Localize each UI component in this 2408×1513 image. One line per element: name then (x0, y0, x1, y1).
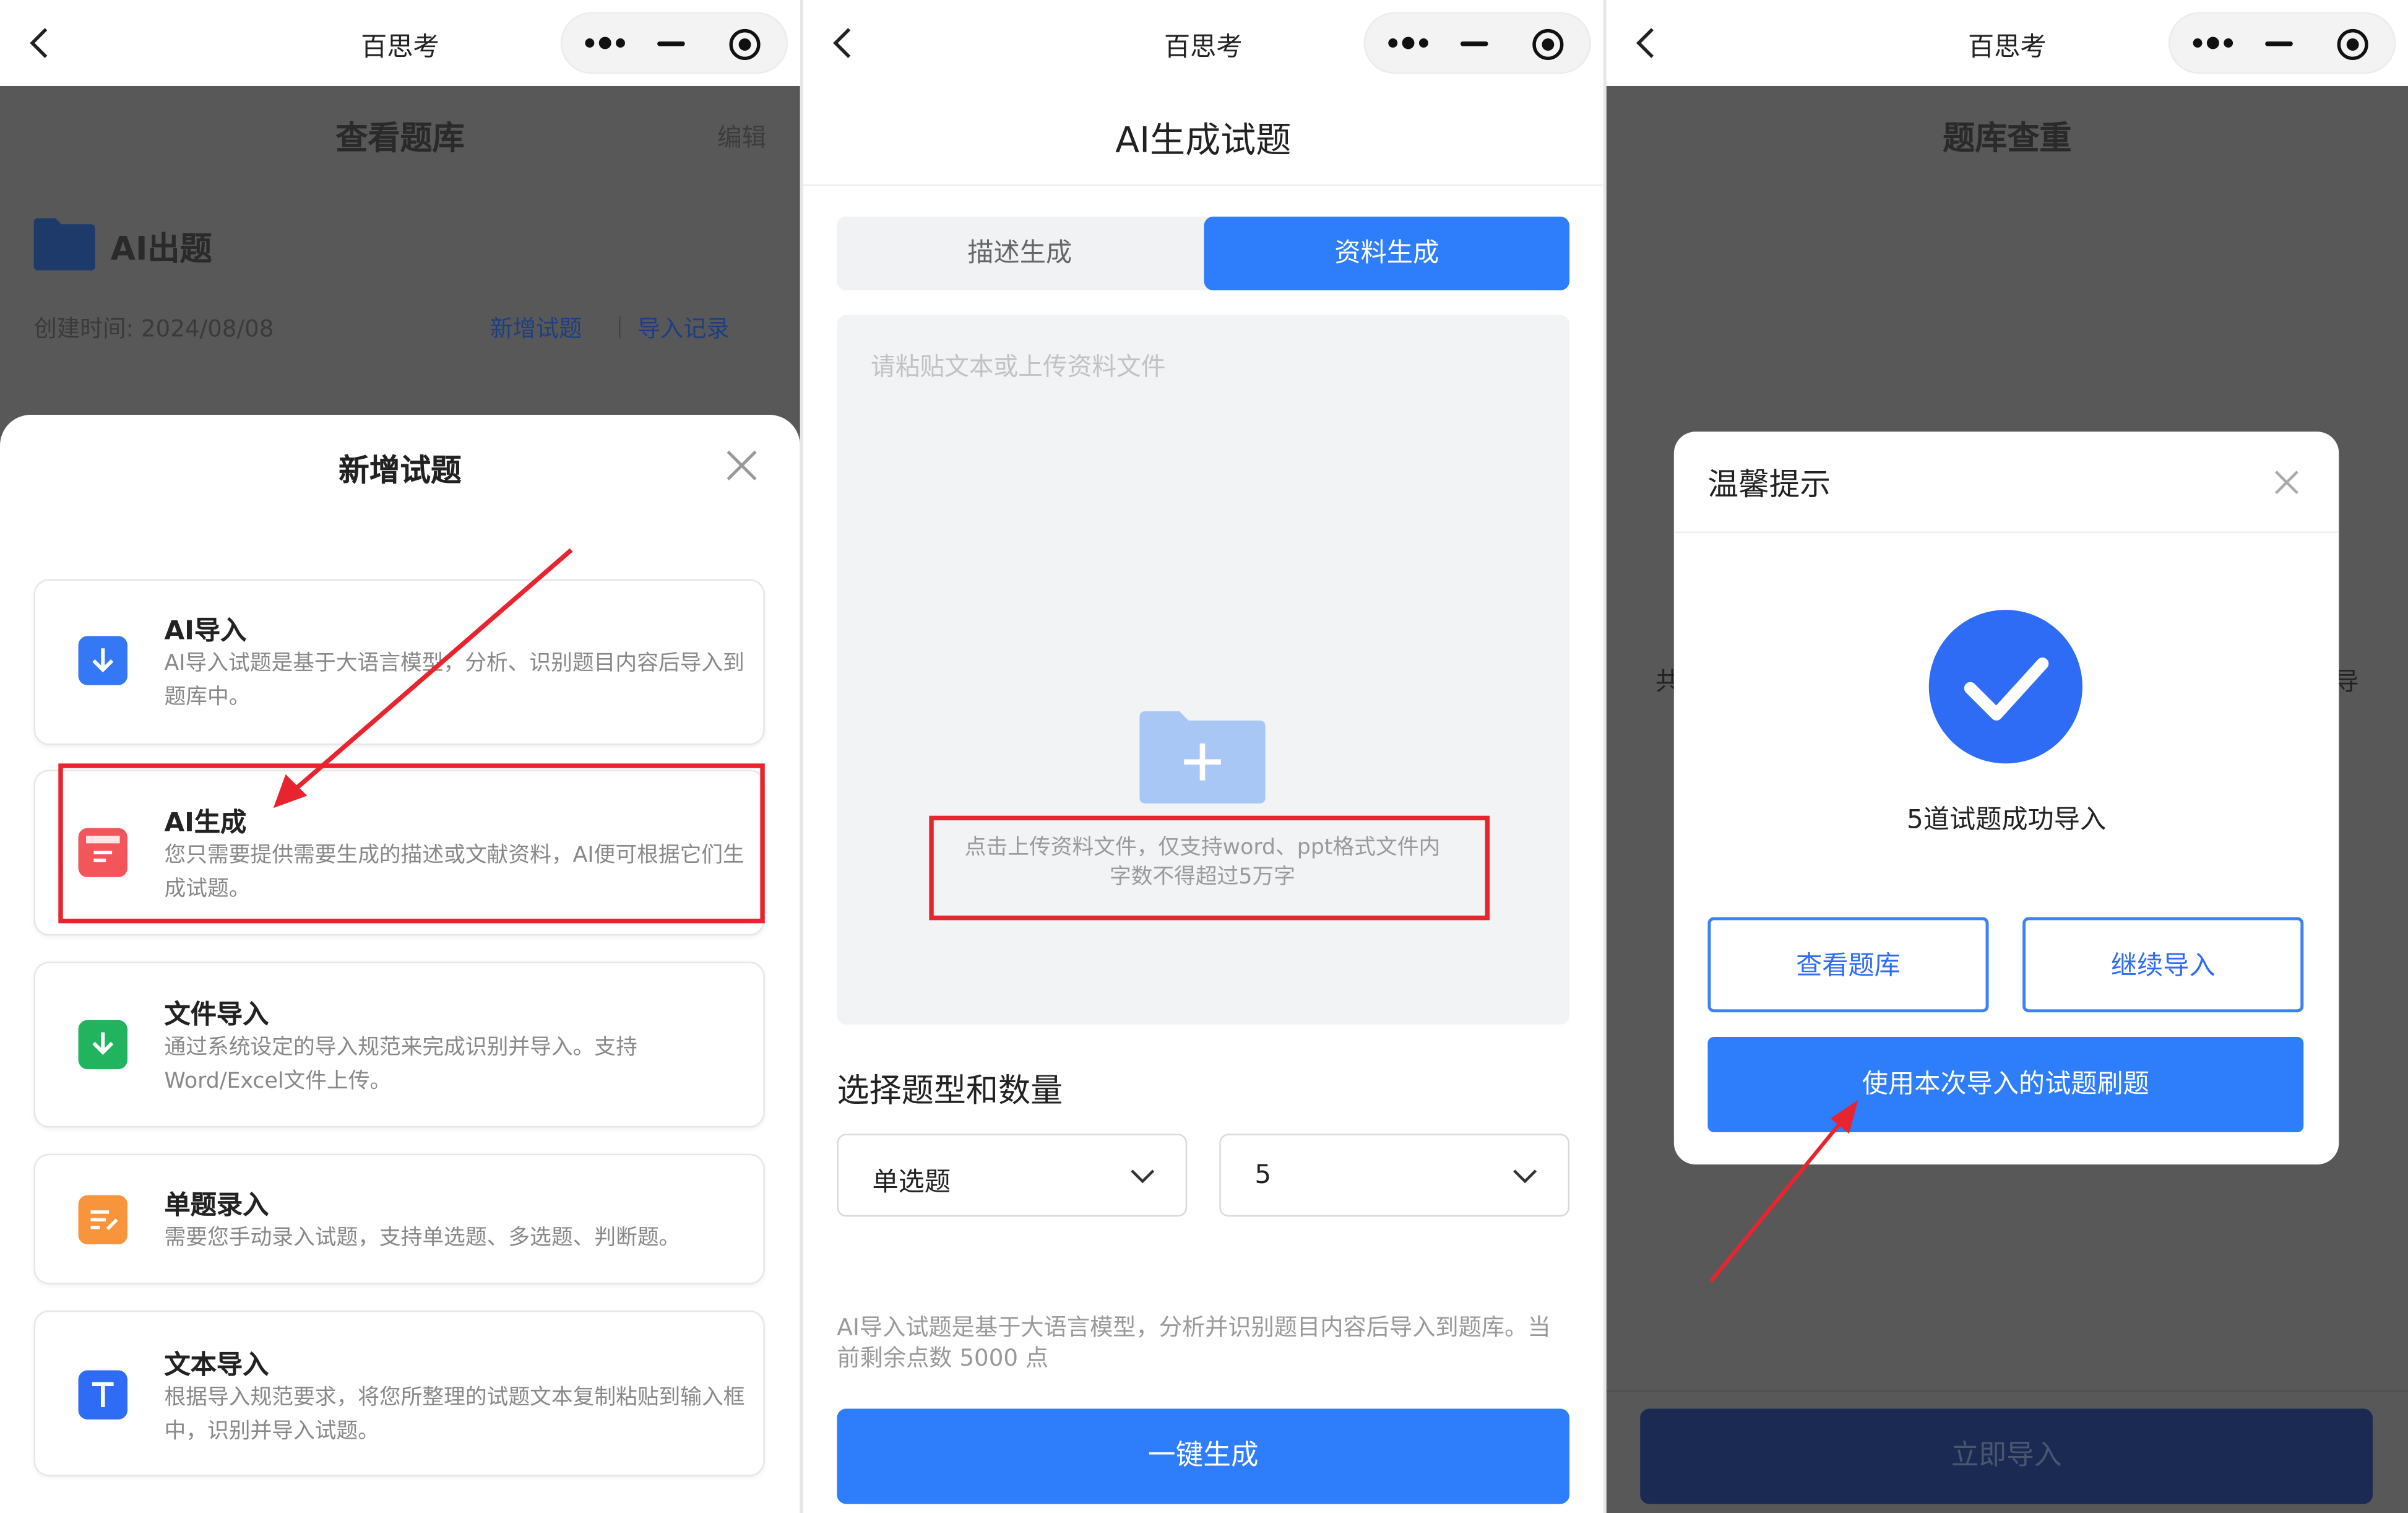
option-title: 文件导入 (164, 1000, 269, 1031)
sheet-title: 新增试题 (339, 451, 462, 489)
question-type-value: 单选题 (872, 1167, 951, 1199)
close-icon[interactable] (725, 449, 759, 483)
edit-list-icon (78, 1195, 127, 1245)
close-target-icon[interactable] (2336, 28, 2370, 62)
option-desc: 通过系统设定的导入规范来完成识别并导入。支持Word/Excel文件上传。 (164, 1035, 637, 1094)
folder-download-icon (78, 1020, 127, 1070)
option-single-entry[interactable]: 单题录入 需要您手动录入试题，支持单选题、多选题、判断题。 (33, 1153, 765, 1285)
close-target-icon[interactable] (728, 28, 762, 62)
edit-link[interactable]: 编辑 (717, 117, 766, 154)
page-title: 题库查重 (1943, 119, 2072, 157)
view-bank-button[interactable]: 查看题库 (1707, 917, 1989, 1013)
add-question-sheet: 新增试题 AI导入 AI导入试题是基于大语言模型，分析、识别题目内容后导入到题库… (0, 415, 800, 1513)
option-title: 单题录入 (164, 1190, 269, 1221)
tab-material[interactable]: 资料生成 (1204, 216, 1570, 291)
screen-duplicate-check: 百思考 题库查重 共 导 立即导入 温馨提示 5道试题成功导入 查看题库 继续导… (1606, 0, 2408, 1513)
option-desc: 需要您手动录入试题，支持单选题、多选题、判断题。 (164, 1226, 681, 1251)
created-time: 创建时间: 2024/08/08 (33, 314, 274, 343)
mini-program-capsule (2168, 12, 2396, 74)
footer-divider (1606, 1390, 2408, 1392)
highlight-box (929, 815, 1490, 921)
continue-import-button[interactable]: 继续导入 (2022, 917, 2304, 1013)
tab-describe[interactable]: 描述生成 (837, 217, 1202, 290)
nav-bar: 百思考 (1606, 0, 2408, 86)
mini-program-capsule (1363, 12, 1591, 74)
text-t-icon (78, 1370, 127, 1420)
nav-bar: 百思考 (0, 0, 800, 86)
screenshot-stage: 百思考 查看题库 编辑 AI出题 创建时间: 2024/08/08 新增试题 导… (0, 0, 2408, 1513)
success-check-icon (1928, 610, 2082, 764)
link-divider (619, 316, 621, 338)
close-icon[interactable] (2273, 469, 2301, 496)
nav-bar: 百思考 (803, 0, 1603, 86)
section-title: 选择题型和数量 (837, 1072, 1063, 1109)
screen-view-question-bank: 百思考 查看题库 编辑 AI出题 创建时间: 2024/08/08 新增试题 导… (0, 0, 800, 1513)
points-note: AI导入试题是基于大语言模型，分析并识别题目内容后导入到题库。当前剩余点数 50… (837, 1313, 1551, 1372)
option-title: 文本导入 (164, 1350, 269, 1381)
success-message: 5道试题成功导入 (1906, 805, 2107, 836)
option-desc: 根据导入规范要求，将您所整理的试题文本复制粘贴到输入框中，识别并导入试题。 (164, 1385, 745, 1444)
highlight-box (58, 763, 765, 924)
close-target-icon[interactable] (1531, 28, 1565, 62)
dialog-title: 温馨提示 (1707, 465, 1831, 503)
page-title: AI生成试题 (1115, 121, 1292, 162)
more-icon[interactable] (1387, 35, 1430, 51)
folder-icon (33, 218, 95, 271)
upload-folder-icon[interactable] (1139, 711, 1266, 804)
question-count-value: 5 (1254, 1160, 1272, 1191)
folder-name: AI出题 (110, 230, 212, 267)
minimize-icon[interactable] (657, 41, 685, 46)
option-title: AI导入 (164, 616, 247, 647)
arrow-down-icon (78, 636, 127, 685)
page-title: 查看题库 (335, 119, 465, 157)
option-ai-import[interactable]: AI导入 AI导入试题是基于大语言模型，分析、识别题目内容后导入到题库中。 (33, 579, 765, 745)
question-type-select[interactable]: 单选题 (837, 1134, 1188, 1217)
screen-ai-generate: 百思考 AI生成试题 描述生成 资料生成 请粘贴文本或上传资料文件 点击上传资料… (803, 0, 1603, 1513)
more-icon[interactable] (2191, 35, 2234, 51)
tip-dialog: 温馨提示 5道试题成功导入 查看题库 继续导入 使用本次导入的试题刷题 (1673, 431, 2339, 1164)
chevron-down-icon (1513, 1169, 1537, 1184)
textarea-placeholder: 请粘贴文本或上传资料文件 (871, 352, 1166, 381)
chevron-down-icon (1131, 1169, 1155, 1184)
option-desc: AI导入试题是基于大语言模型，分析、识别题目内容后导入到题库中。 (164, 651, 744, 710)
title-divider (803, 184, 1603, 186)
minimize-icon[interactable] (1460, 41, 1488, 46)
minimize-icon[interactable] (2265, 41, 2293, 46)
add-question-link[interactable]: 新增试题 (490, 312, 582, 344)
question-count-select[interactable]: 5 (1219, 1134, 1570, 1217)
import-record-link[interactable]: 导入记录 (637, 312, 730, 344)
more-icon[interactable] (584, 35, 626, 51)
practice-with-imported-button[interactable]: 使用本次导入的试题刷题 (1707, 1037, 2304, 1132)
import-now-button[interactable]: 立即导入 (1640, 1408, 2373, 1504)
option-file-import[interactable]: 文件导入 通过系统设定的导入规范来完成识别并导入。支持Word/Excel文件上… (33, 961, 765, 1128)
option-text-import[interactable]: 文本导入 根据导入规范要求，将您所整理的试题文本复制粘贴到输入框中，识别并导入试… (33, 1310, 765, 1476)
generate-button[interactable]: 一键生成 (837, 1408, 1570, 1504)
mini-program-capsule (560, 12, 788, 74)
dialog-divider (1673, 531, 2339, 534)
